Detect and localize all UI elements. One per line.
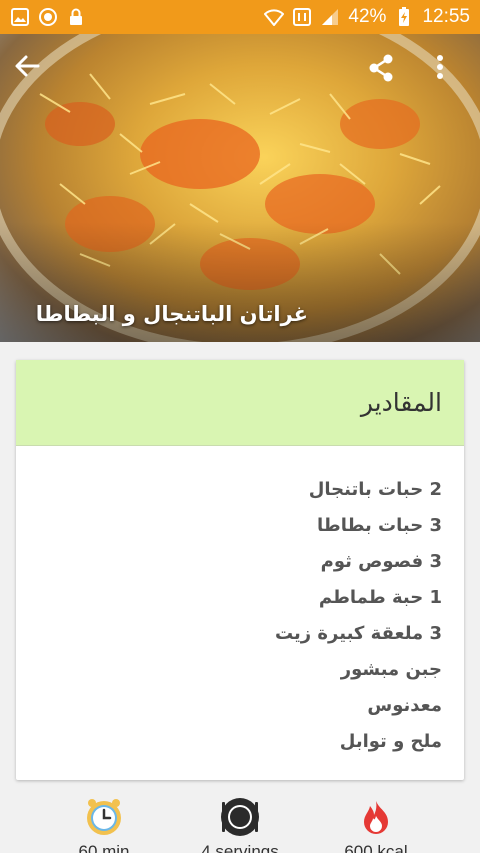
signal-icon [320, 7, 340, 27]
ingredients-header: المقادير [16, 360, 464, 446]
arrow-back-icon [15, 55, 40, 77]
more-vert-icon [437, 55, 443, 79]
recipe-title: غراتان الباتنجال و البطاطا [35, 302, 308, 326]
ingredient-item: معدنوس [367, 695, 442, 716]
share-icon [369, 54, 393, 82]
recipe-info-row: 60 min 4 servings 600 kcal [0, 796, 480, 853]
recipe-hero-image: غراتان الباتنجال و البطاطا [0, 34, 480, 342]
lock-icon [66, 7, 86, 27]
calories-label: 600 kcal [344, 842, 408, 853]
ingredients-title: المقادير [360, 388, 442, 417]
ingredients-card: المقادير 2 حبات باتنجال 3 حبات بطاطا 3 ف… [16, 360, 464, 780]
plate-icon [219, 796, 261, 838]
app-badge-icon [38, 7, 58, 27]
prep-time-info: 60 min [44, 796, 164, 853]
servings-label: 4 servings [201, 842, 279, 853]
status-bar: 42% 12:55 [0, 0, 480, 34]
ingredient-item: 3 حبات بطاطا [317, 515, 442, 536]
ingredient-item: جبن مبشور [340, 659, 442, 680]
servings-info: 4 servings [180, 796, 300, 853]
ingredient-item: 3 فصوص ثوم [320, 551, 442, 572]
image-icon [10, 7, 30, 27]
share-button[interactable] [368, 54, 408, 90]
ingredient-item: 2 حبات باتنجال [308, 479, 442, 500]
data-icon [292, 7, 312, 27]
flame-icon [355, 796, 397, 838]
battery-charging-icon [394, 7, 414, 27]
ingredient-item: ملح و توابل [339, 731, 442, 752]
prep-time-label: 60 min [78, 842, 130, 853]
calories-info: 600 kcal [316, 796, 436, 853]
more-options-button[interactable] [436, 54, 466, 90]
wifi-icon [264, 7, 285, 27]
clock-time: 12:55 [422, 6, 470, 27]
battery-percent: 42% [348, 6, 387, 27]
clock-icon [83, 796, 125, 838]
ingredient-item: 1 حبة طماطم [318, 587, 442, 608]
ingredients-list: 2 حبات باتنجال 3 حبات بطاطا 3 فصوص ثوم 1… [16, 446, 464, 760]
ingredient-item: 3 ملعقة كبيرة زيت [274, 623, 442, 644]
back-button[interactable] [14, 54, 50, 90]
